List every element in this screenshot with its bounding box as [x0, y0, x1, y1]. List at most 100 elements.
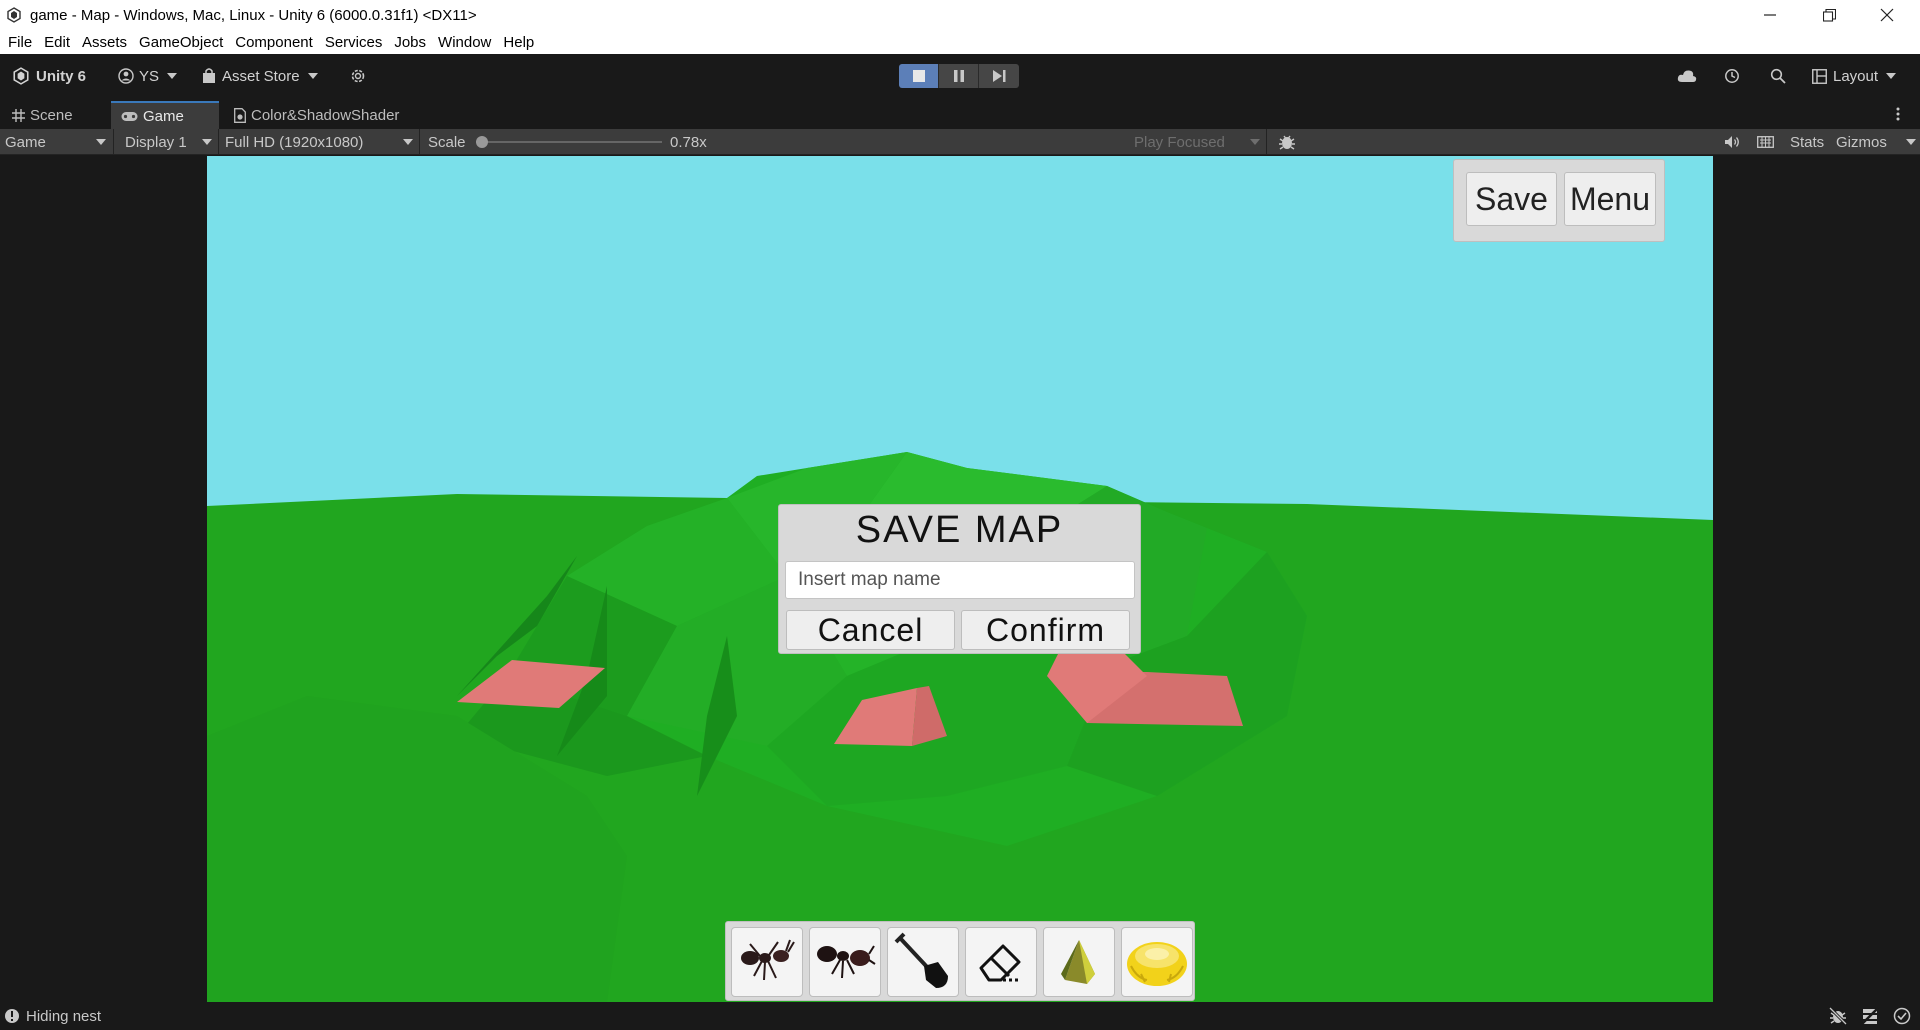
menu-help[interactable]: Help: [497, 34, 540, 51]
unity-editor-window: game - Map - Windows, Mac, Linux - Unity…: [0, 0, 1920, 1030]
confirm-button[interactable]: Confirm: [961, 610, 1130, 650]
tab-shader[interactable]: Color&ShadowShader: [224, 101, 409, 129]
gizmos-dropdown[interactable]: Gizmos: [1836, 129, 1920, 155]
display-label: Display 1: [125, 133, 187, 151]
view-tabs: Scene Game Color&ShadowShader: [0, 99, 1920, 129]
view-mode-label: Game: [5, 133, 46, 151]
menu-jobs[interactable]: Jobs: [388, 34, 432, 51]
cog-icon: [351, 69, 365, 83]
view-mode-dropdown[interactable]: Game: [0, 129, 110, 155]
resolution-dropdown[interactable]: Full HD (1920x1080): [220, 129, 417, 155]
display-dropdown[interactable]: Display 1: [118, 129, 216, 155]
window-title: game - Map - Windows, Mac, Linux - Unity…: [30, 6, 477, 24]
divider: [1266, 129, 1267, 155]
search-icon: [1770, 68, 1786, 84]
account-dropdown[interactable]: YS: [118, 64, 178, 88]
dialog-title: SAVE MAP: [855, 509, 1064, 551]
cache-server-icon[interactable]: [1861, 1007, 1879, 1025]
cancel-button[interactable]: Cancel: [786, 610, 955, 650]
map-name-input[interactable]: Insert map name: [785, 561, 1135, 599]
unity-version-label: Unity 6: [36, 67, 87, 85]
scale-slider-thumb[interactable]: [476, 136, 488, 148]
version-control-button[interactable]: [350, 64, 366, 88]
chevron-down-icon: [202, 139, 212, 145]
tab-game[interactable]: Game: [111, 101, 219, 129]
chevron-down-icon: [167, 73, 178, 79]
tab-scene[interactable]: Scene: [2, 101, 83, 129]
layout-label: Layout: [1833, 67, 1879, 85]
speaker-icon: [1725, 136, 1739, 148]
unity-account-button[interactable]: Unity 6: [12, 64, 86, 88]
menu-bar: File Edit Assets GameObject Component Se…: [0, 30, 1920, 54]
status-bar: Hiding nest: [0, 1002, 1920, 1030]
restore-icon: [1822, 8, 1836, 22]
divider: [218, 129, 219, 155]
menu-window[interactable]: Window: [432, 34, 497, 51]
game-view[interactable]: Save Menu SAVE MAP Insert map name Cance…: [207, 156, 1713, 1002]
menu-gameobject[interactable]: GameObject: [133, 34, 229, 51]
food-tool-button[interactable]: [1121, 927, 1193, 997]
menu-services[interactable]: Services: [319, 34, 389, 51]
game-view-controls: Game Display 1 Full HD (1920x1080) Scale…: [0, 129, 1920, 155]
gizmos-label: Gizmos: [1836, 133, 1887, 151]
save-button[interactable]: Save: [1466, 172, 1557, 226]
play-focused-dropdown[interactable]: Play Focused: [1134, 129, 1264, 155]
menu-assets[interactable]: Assets: [76, 34, 133, 51]
close-button[interactable]: [1858, 0, 1916, 30]
step-button[interactable]: [979, 64, 1019, 88]
chevron-down-icon: [1906, 139, 1916, 145]
more-options-button[interactable]: [1896, 99, 1900, 129]
unity-logo-icon: [13, 67, 29, 85]
stats-toggle[interactable]: Stats: [1790, 129, 1824, 155]
shovel-tool-button[interactable]: [887, 927, 959, 997]
scale-slider[interactable]: [476, 129, 664, 155]
eraser-icon: [979, 944, 1021, 982]
play-stop-button[interactable]: [899, 64, 939, 88]
unity-logo-icon: [7, 7, 21, 23]
ant-soldier-tool-button[interactable]: [809, 927, 881, 997]
gamepad-icon: [121, 111, 138, 121]
shovel-icon: [894, 932, 948, 988]
chevron-down-icon: [403, 139, 413, 145]
chevron-down-icon: [307, 73, 318, 79]
bug-icon: [1279, 135, 1295, 150]
menu-edit[interactable]: Edit: [38, 34, 76, 51]
minimize-button[interactable]: [1741, 0, 1799, 30]
close-icon: [1880, 8, 1894, 22]
chevron-down-icon: [1886, 73, 1897, 79]
pause-button[interactable]: [939, 64, 979, 88]
tab-label: Color&ShadowShader: [251, 106, 400, 124]
pause-icon: [953, 70, 964, 82]
menu-file[interactable]: File: [2, 34, 38, 51]
ant-soldier-icon: [817, 945, 876, 979]
chevron-down-icon: [1250, 139, 1260, 145]
restore-button[interactable]: [1800, 0, 1858, 30]
search-button[interactable]: [1770, 64, 1786, 88]
divider: [419, 129, 420, 155]
rock-icon: [1061, 940, 1095, 984]
food-icon: [1127, 942, 1187, 986]
eraser-tool-button[interactable]: [965, 927, 1037, 997]
history-icon: [1725, 69, 1739, 83]
grid-icon: [12, 108, 25, 122]
history-button[interactable]: [1724, 64, 1740, 88]
asset-store-dropdown[interactable]: Asset Store: [202, 64, 318, 88]
aspect-toggle[interactable]: [1757, 129, 1774, 155]
menu-button[interactable]: Menu: [1564, 172, 1656, 226]
menu-component[interactable]: Component: [229, 34, 319, 51]
ant-worker-tool-button[interactable]: [731, 927, 803, 997]
rock-tool-button[interactable]: [1043, 927, 1115, 997]
layout-icon: [1812, 68, 1827, 84]
mute-audio-toggle[interactable]: [1724, 129, 1740, 155]
layout-dropdown[interactable]: Layout: [1812, 64, 1897, 88]
debug-toggle[interactable]: [1278, 129, 1296, 155]
play-controls: [899, 64, 1019, 88]
save-map-dialog: SAVE MAP Insert map name Cancel Confirm: [778, 504, 1141, 654]
check-circle-icon[interactable]: [1893, 1007, 1911, 1025]
step-forward-icon: [992, 70, 1005, 82]
cloud-button[interactable]: [1677, 64, 1697, 88]
chevron-down-icon: [96, 139, 106, 145]
divider: [113, 129, 114, 155]
debug-off-icon[interactable]: [1829, 1007, 1847, 1025]
shader-file-icon: [234, 107, 246, 123]
